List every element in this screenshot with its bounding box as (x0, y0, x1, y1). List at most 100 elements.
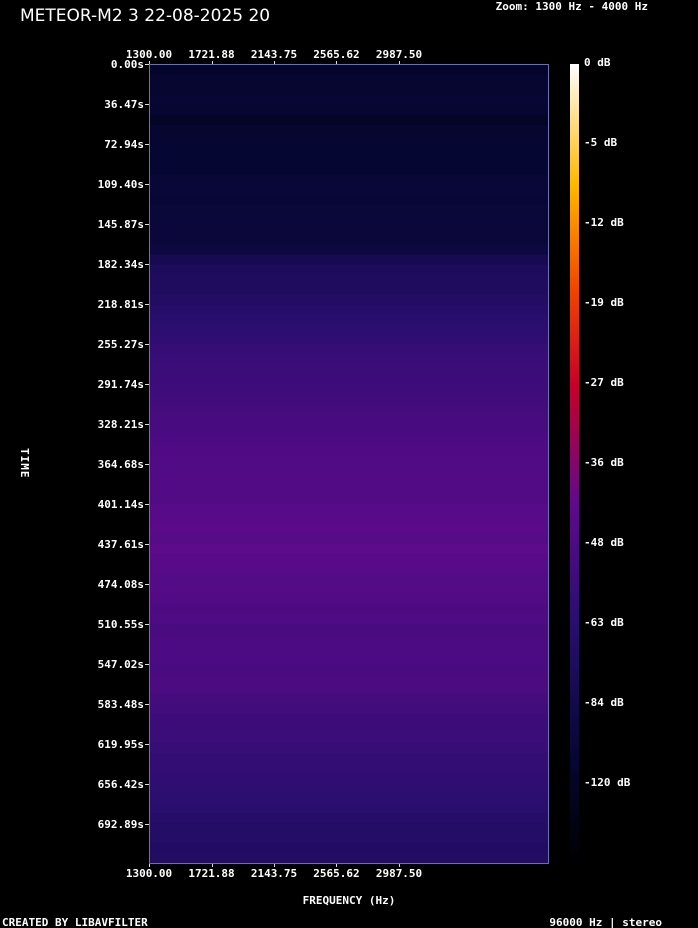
colorbar-label: -5 dB (584, 136, 618, 149)
spectrogram-row (150, 84, 548, 96)
spectrogram-row (150, 683, 548, 694)
x-tick-mark (211, 864, 213, 867)
spectrogram-row (150, 513, 548, 525)
x-tick-mark (336, 61, 338, 64)
spectrogram-row (150, 224, 548, 236)
y-tick-label: 109.40s (97, 177, 144, 191)
y-tick-mark (145, 583, 149, 585)
spectrogram-row (150, 314, 548, 325)
y-tick-mark (145, 823, 149, 825)
spectrogram-row (150, 184, 548, 196)
spectrogram-row (150, 384, 548, 395)
x-tick-label-bot: 2987.50 (375, 867, 423, 880)
y-tick-label: 619.95s (97, 737, 144, 751)
spectrogram-row (150, 823, 548, 834)
y-tick-label: 547.02s (97, 657, 144, 671)
x-axis-title: FREQUENCY (Hz) (302, 894, 396, 907)
y-tick-label: 218.81s (97, 297, 144, 311)
spectrogram-row (150, 473, 548, 485)
y-tick-mark (145, 543, 149, 545)
spectrogram-row (150, 663, 548, 674)
spectrogram-row (150, 723, 548, 734)
spectrogram-row (150, 294, 548, 305)
spectrogram-row (150, 194, 548, 206)
footer-sample-rate: 96000 Hz | stereo (549, 916, 662, 928)
spectrogram-row (150, 783, 548, 794)
spectrogram-row (150, 793, 548, 804)
y-tick-mark (145, 104, 149, 105)
spectrogram-row (150, 563, 548, 575)
colorbar-label: -19 dB (584, 296, 624, 309)
spectrogram-row (150, 424, 548, 435)
x-tick-mark (274, 864, 275, 867)
y-tick-label: 145.87s (97, 217, 144, 231)
x-tick-label-bot: 1300.00 (125, 867, 173, 880)
y-tick-label: 0.00s (110, 58, 144, 71)
y-tick-mark (145, 383, 149, 385)
spectrogram-row (150, 713, 548, 724)
spectrogram-row (150, 324, 548, 335)
y-tick-mark (145, 703, 149, 705)
x-tick-label-top: 2143.75 (250, 48, 298, 61)
spectrogram-page: METEOR-M2 3 22-08-2025 20 Zoom: 1300 Hz … (0, 0, 698, 928)
spectrogram-row (150, 254, 548, 265)
spectrogram-row (150, 763, 548, 774)
spectrogram-row (150, 74, 548, 86)
colorbar-label: 0 dB (584, 56, 611, 69)
spectrogram-row (150, 334, 548, 345)
y-tick-mark (145, 663, 149, 665)
spectrogram-row (150, 154, 548, 166)
y-tick-mark (145, 64, 149, 65)
x-tick-label-bot: 2143.75 (250, 867, 298, 880)
y-tick-label: 328.21s (97, 417, 144, 431)
spectrogram-row (150, 813, 548, 824)
spectrogram-row (150, 124, 548, 136)
spectrogram-row (150, 134, 548, 146)
x-tick-mark (399, 61, 400, 64)
spectrogram-row (150, 304, 548, 315)
spectrogram-row (150, 573, 548, 585)
x-tick-mark (399, 864, 400, 867)
spectrogram-row (150, 483, 548, 495)
colorbar (570, 64, 579, 864)
spectrogram-row (150, 503, 548, 515)
spectrogram-row (150, 533, 548, 545)
spectrogram-row (150, 753, 548, 764)
spectrogram-row (150, 523, 548, 535)
spectrogram-row (150, 414, 548, 425)
y-tick-mark (145, 503, 149, 505)
spectrogram-row (150, 114, 548, 126)
colorbar-label: -12 dB (584, 216, 624, 229)
y-tick-label: 291.74s (97, 377, 144, 391)
spectrogram-row (150, 803, 548, 814)
page-title: METEOR-M2 3 22-08-2025 20 (20, 6, 271, 26)
y-tick-label: 510.55s (97, 617, 144, 631)
y-tick-label: 401.14s (97, 497, 144, 511)
spectrogram-row (150, 234, 548, 246)
spectrogram-row (150, 444, 548, 455)
spectrogram-row (150, 833, 548, 844)
spectrogram-row (150, 603, 548, 615)
y-tick-mark (145, 783, 149, 785)
colorbar-label: -48 dB (584, 536, 624, 549)
spectrogram-row (150, 593, 548, 605)
spectrogram-row (150, 244, 548, 256)
spectrogram-row (150, 464, 548, 475)
spectrogram-row (150, 693, 548, 704)
zoom-range-label: Zoom: 1300 Hz - 4000 Hz (495, 0, 648, 13)
y-tick-mark (145, 463, 149, 465)
spectrogram-row (150, 174, 548, 186)
y-tick-mark (145, 144, 149, 145)
x-tick-mark (274, 61, 275, 64)
spectrogram-row (150, 94, 548, 106)
spectrogram-row (150, 364, 548, 375)
x-tick-mark (149, 864, 150, 867)
spectrogram-row (150, 633, 548, 645)
spectrogram-row (150, 274, 548, 285)
spectrogram-row (150, 404, 548, 415)
spectrogram-row (150, 144, 548, 156)
spectrogram-row (150, 843, 548, 854)
spectrogram-row (150, 743, 548, 754)
spectrogram-row (150, 204, 548, 216)
spectrogram-row (150, 643, 548, 655)
